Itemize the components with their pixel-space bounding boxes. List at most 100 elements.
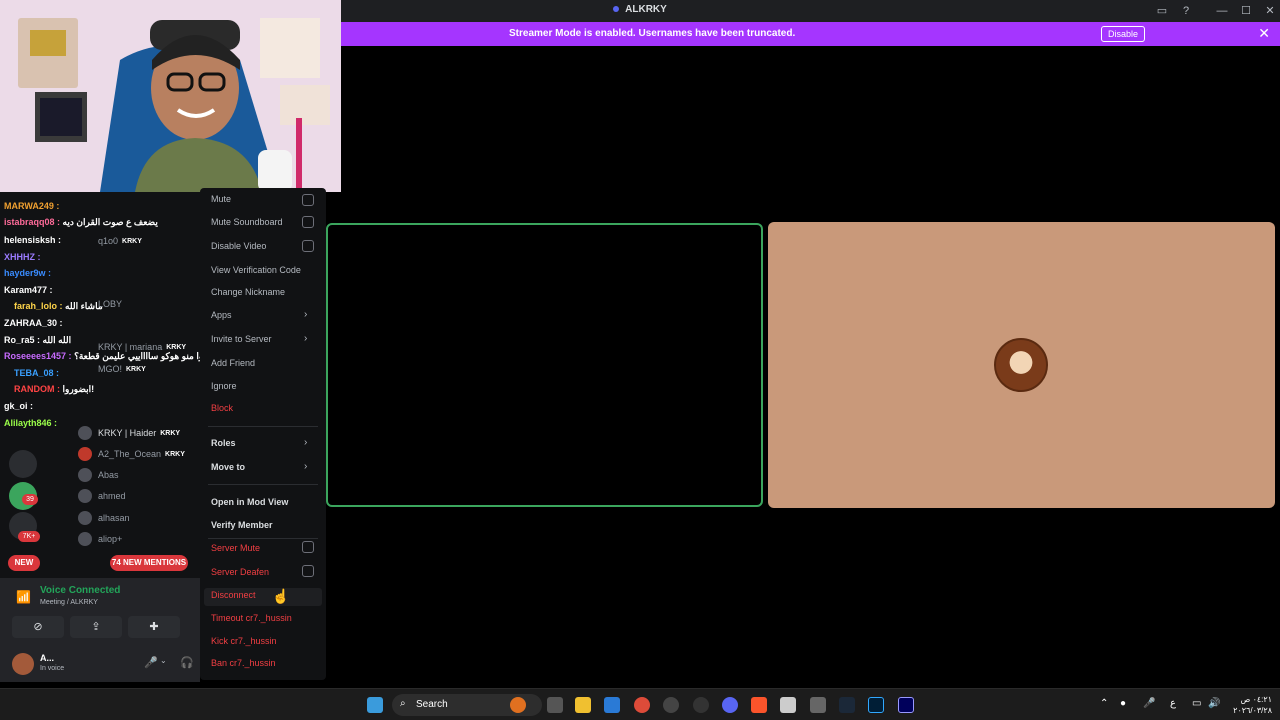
menu-item-verify-member[interactable]: Verify Member [211, 520, 273, 530]
menu-item-ban[interactable]: Ban cr7._hussin [211, 658, 276, 668]
activities-button[interactable]: ✚ [128, 616, 180, 638]
menu-item-server-mute[interactable]: Server Mute [211, 543, 260, 553]
menu-item-mute-soundboard[interactable]: Mute Soundboard [211, 217, 283, 227]
photoshop-icon[interactable] [868, 697, 884, 713]
menu-item-roles[interactable]: Roles [211, 438, 236, 448]
new-mentions-pill[interactable]: 74 NEW MENTIONS [110, 555, 188, 571]
username: A... [40, 653, 55, 663]
webcam-image [0, 0, 341, 192]
member-item[interactable]: q1o0 KRKY [98, 231, 142, 251]
camera-off-button[interactable]: ⊘ [12, 616, 64, 638]
server-icon[interactable] [9, 450, 37, 478]
menu-item-kick[interactable]: Kick cr7._hussin [211, 636, 277, 646]
disable-streamer-button[interactable]: Disable [1101, 26, 1146, 42]
member-item[interactable]: alhasan [78, 508, 130, 528]
wifi-icon[interactable]: ▭ [1192, 698, 1201, 709]
minimize-button[interactable]: — [1214, 3, 1230, 19]
clock[interactable]: ٠٤:٢١ ص ٢٠٢٦/٠٣/٢٨ [1226, 694, 1272, 716]
menu-item-server-deafen[interactable]: Server Deafen [211, 567, 269, 577]
member-item[interactable]: A2_The_Ocean KRKY [78, 444, 185, 464]
chrome-icon[interactable] [634, 697, 650, 713]
chevron-right-icon: › [304, 437, 308, 448]
discord-icon[interactable] [722, 697, 738, 713]
chevron-up-icon[interactable]: ⌃ [1100, 698, 1108, 709]
maximize-button[interactable]: ☐ [1238, 3, 1254, 19]
menu-item-timeout[interactable]: Timeout cr7._hussin [211, 613, 292, 623]
avatar [78, 468, 92, 482]
language-indicator[interactable]: ع [1170, 698, 1176, 709]
member-item[interactable]: KRKY | Haider KRKY [78, 423, 180, 443]
voice-status[interactable]: Voice Connected [40, 585, 120, 596]
windows-start-icon[interactable] [367, 697, 383, 713]
user-context-menu: Mute Mute Soundboard Disable Video View … [200, 188, 326, 680]
store-icon[interactable] [604, 697, 620, 713]
menu-item-disconnect[interactable]: Disconnect [211, 590, 256, 600]
menu-item-invite-to-server[interactable]: Invite to Server [211, 334, 272, 344]
menu-item-ignore[interactable]: Ignore [211, 381, 237, 391]
chevron-right-icon: › [304, 309, 308, 320]
chat-message: MARWA249 : [4, 201, 60, 211]
voice-channel[interactable]: Meeting / ALKRKY [40, 599, 98, 606]
app-icon[interactable] [663, 697, 679, 713]
screen-share-icon[interactable]: ▭ [1154, 3, 1170, 19]
avatar [78, 532, 92, 546]
menu-item-apps[interactable]: Apps [211, 310, 232, 320]
file-explorer-icon[interactable] [575, 697, 591, 713]
avatar [78, 511, 92, 525]
mute-soundboard-checkbox[interactable] [302, 216, 314, 228]
headphones-icon[interactable]: 🎧 [180, 656, 194, 669]
capcut-icon[interactable] [810, 697, 826, 713]
steam-icon[interactable] [839, 697, 855, 713]
app-icon[interactable] [780, 697, 796, 713]
tray-app-icon[interactable]: ● [1120, 698, 1126, 709]
server-deafen-checkbox[interactable] [302, 565, 314, 577]
participant-avatar [994, 338, 1048, 392]
menu-item-view-verification-code[interactable]: View Verification Code [211, 265, 301, 275]
menu-item-disable-video[interactable]: Disable Video [211, 241, 266, 251]
close-banner-icon[interactable]: ✕ [1258, 25, 1270, 42]
menu-item-add-friend[interactable]: Add Friend [211, 358, 255, 368]
server-mute-checkbox[interactable] [302, 541, 314, 553]
avatar [78, 426, 92, 440]
member-item[interactable]: KRKY | mariana KRKY [98, 337, 186, 357]
chat-message: farah_lolo : ماشاء الله [14, 301, 103, 311]
taskbar: ⌕ Search ⌃ ● 🎤 ع ▭ 🔊 ٠٤:٢١ ص ٢٠٢٦/٠٣/٢٨ [0, 688, 1280, 720]
screen-share-button[interactable]: ⇪ [70, 616, 122, 638]
close-window-button[interactable]: ✕ [1262, 3, 1278, 19]
member-item[interactable]: MGO! KRKY [98, 359, 146, 379]
video-tile-self[interactable] [326, 223, 763, 507]
avatar [78, 489, 92, 503]
member-item[interactable]: Abas [78, 465, 119, 485]
menu-item-open-in-mod-view[interactable]: Open in Mod View [211, 497, 288, 507]
new-badge[interactable]: NEW [8, 555, 40, 571]
steam-icon[interactable] [693, 697, 709, 713]
chat-message: Alilayth846 : [4, 418, 58, 428]
search-icon: ⌕ [400, 698, 406, 709]
member-item[interactable]: aliop+ [78, 529, 122, 549]
premiere-icon[interactable] [898, 697, 914, 713]
menu-item-change-nickname[interactable]: Change Nickname [211, 287, 285, 297]
member-item[interactable]: LOBY [98, 294, 122, 314]
signal-icon[interactable]: 📶 [16, 590, 31, 604]
help-icon[interactable]: ? [1178, 3, 1194, 19]
mute-checkbox[interactable] [302, 194, 314, 206]
member-item[interactable]: ahmed [78, 486, 126, 506]
microphone-icon[interactable]: 🎤 [144, 656, 158, 669]
brave-icon[interactable] [751, 697, 767, 713]
widget-icon[interactable] [510, 697, 526, 713]
chevron-right-icon: › [304, 461, 308, 472]
hand-cursor-icon: ☝ [272, 588, 290, 604]
banner-message: Streamer Mode is enabled. Usernames have… [509, 28, 796, 39]
menu-item-mute[interactable]: Mute [211, 194, 231, 204]
chevron-down-icon[interactable]: ⌄ [160, 656, 167, 665]
task-view-icon[interactable] [547, 697, 563, 713]
volume-icon[interactable]: 🔊 [1208, 698, 1220, 709]
menu-item-move-to[interactable]: Move to [211, 462, 245, 472]
chat-message: ZAHRAA_30 : [4, 318, 63, 328]
menu-item-block[interactable]: Block [211, 403, 233, 413]
user-panel: A... In voice 🎤 ⌄ 🎧 [0, 648, 200, 682]
disable-video-checkbox[interactable] [302, 240, 314, 252]
avatar[interactable] [12, 653, 34, 675]
video-tile-participant[interactable] [768, 222, 1275, 508]
microphone-icon[interactable]: 🎤 [1143, 698, 1155, 709]
